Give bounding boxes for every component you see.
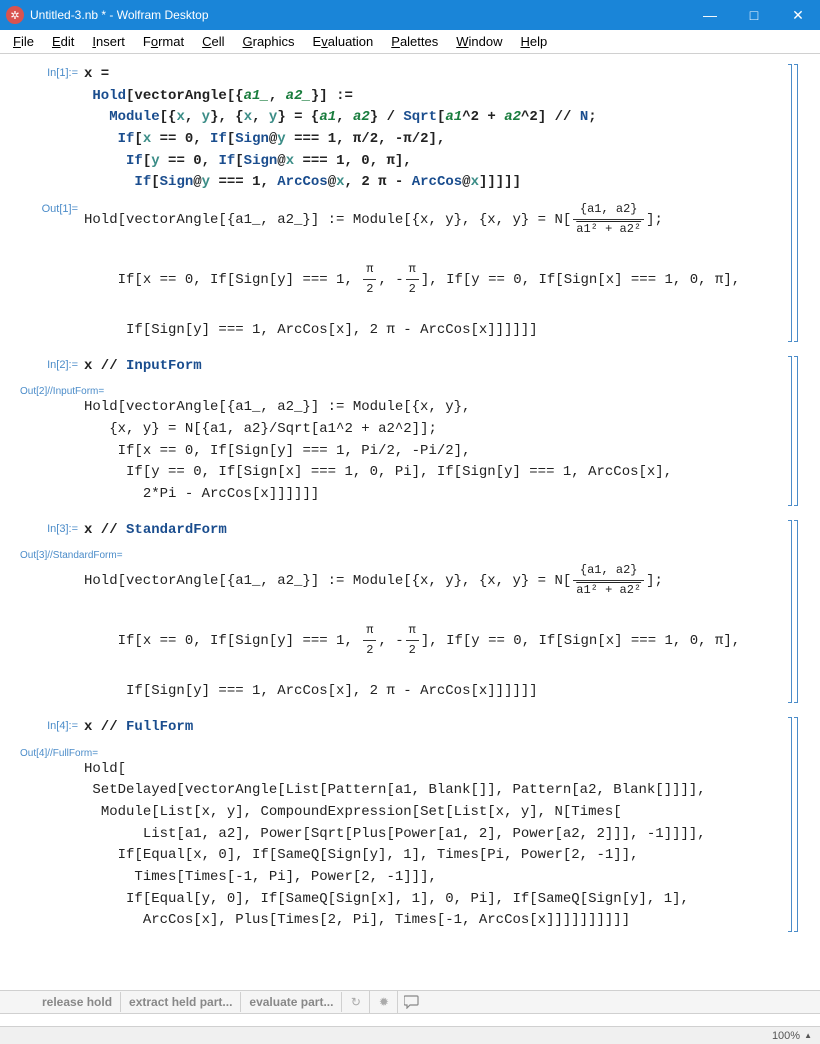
output-cell-3[interactable]: Out[3]//StandardForm= Hold[vectorAngle[{… [10,547,800,702]
cell-group-bracket-2[interactable] [794,356,798,506]
cell-bracket-2[interactable] [788,356,792,506]
notebook-content[interactable]: In[1]:= x = Hold[vectorAngle[{a1_, a2_}]… [0,54,820,990]
out-label-4: Out[4]//FullForm= [10,745,800,759]
input-cell-4[interactable]: In[4]:= x // FullForm [10,717,800,739]
menu-format[interactable]: Format [134,32,193,51]
zoom-level[interactable]: 100% [772,1030,800,1042]
menu-window[interactable]: Window [447,32,511,51]
cell-bracket-1[interactable] [788,64,792,342]
in-label-2: In[2]:= [10,356,84,378]
menu-cell[interactable]: Cell [193,32,233,51]
menu-help[interactable]: Help [512,32,557,51]
input-cell-3[interactable]: In[3]:= x // StandardForm [10,520,800,542]
out-body-2: Hold[vectorAngle[{a1_, a2_}] := Module[{… [10,397,800,505]
in-body-2[interactable]: x // InputForm [84,356,800,378]
suggestion-evaluate-part[interactable]: evaluate part... [241,992,342,1012]
menu-graphics[interactable]: Graphics [234,32,304,51]
menu-evaluation[interactable]: Evaluation [304,32,383,51]
menu-palettes[interactable]: Palettes [382,32,447,51]
in-body-4[interactable]: x // FullForm [84,717,800,739]
maximize-button[interactable]: □ [732,0,776,30]
cell-group-4: In[4]:= x // FullForm Out[4]//FullForm= … [10,717,800,932]
output-cell-1[interactable]: Out[1]= Hold[vectorAngle[{a1_, a2_}] := … [10,200,800,341]
out-label-1: Out[1]= [10,200,84,341]
refresh-icon[interactable]: ↻ [342,991,370,1013]
out-body-1: Hold[vectorAngle[{a1_, a2_}] := Module[{… [84,200,800,341]
output-cell-2[interactable]: Out[2]//InputForm= Hold[vectorAngle[{a1_… [10,383,800,505]
menu-edit[interactable]: Edit [43,32,83,51]
status-bar: 100% ▲ [0,1026,820,1044]
cell-group-bracket-3[interactable] [794,520,798,703]
cell-group-2: In[2]:= x // InputForm Out[2]//InputForm… [10,356,800,506]
out-body-3: Hold[vectorAngle[{a1_, a2_}] := Module[{… [10,561,800,702]
suggestion-extract-held-part[interactable]: extract held part... [121,992,241,1012]
chat-icon[interactable] [398,991,426,1013]
minimize-button[interactable]: ― [688,0,732,30]
menu-bar: File Edit Insert Format Cell Graphics Ev… [0,30,820,54]
in-body-1[interactable]: x = Hold[vectorAngle[{a1_, a2_}] := Modu… [84,64,800,194]
out-body-4: Hold[ SetDelayed[vectorAngle[List[Patter… [10,759,800,933]
cell-group-3: In[3]:= x // StandardForm Out[3]//Standa… [10,520,800,703]
cell-group-bracket-1[interactable] [794,64,798,342]
in-label-3: In[3]:= [10,520,84,542]
gear-icon[interactable]: ✹ [370,991,398,1013]
cell-group-bracket-4[interactable] [794,717,798,932]
window-title: Untitled-3.nb * - Wolfram Desktop [30,8,688,22]
close-button[interactable]: ✕ [776,0,820,30]
input-cell-2[interactable]: In[2]:= x // InputForm [10,356,800,378]
cell-bracket-4[interactable] [788,717,792,932]
suggestion-bar: release hold extract held part... evalua… [0,990,820,1014]
in-body-3[interactable]: x // StandardForm [84,520,800,542]
in-label-4: In[4]:= [10,717,84,739]
title-bar: Untitled-3.nb * - Wolfram Desktop ― □ ✕ [0,0,820,30]
zoom-dropdown-icon[interactable]: ▲ [804,1031,812,1040]
output-cell-4[interactable]: Out[4]//FullForm= Hold[ SetDelayed[vecto… [10,745,800,933]
cell-group-1: In[1]:= x = Hold[vectorAngle[{a1_, a2_}]… [10,64,800,342]
window-controls: ― □ ✕ [688,0,820,30]
out-label-2: Out[2]//InputForm= [10,383,800,397]
app-icon [6,6,24,24]
suggestion-release-hold[interactable]: release hold [34,992,121,1012]
input-cell-1[interactable]: In[1]:= x = Hold[vectorAngle[{a1_, a2_}]… [10,64,800,194]
menu-file[interactable]: File [4,32,43,51]
out-label-3: Out[3]//StandardForm= [10,547,800,561]
menu-insert[interactable]: Insert [83,32,134,51]
in-label-1: In[1]:= [10,64,84,194]
cell-bracket-3[interactable] [788,520,792,703]
